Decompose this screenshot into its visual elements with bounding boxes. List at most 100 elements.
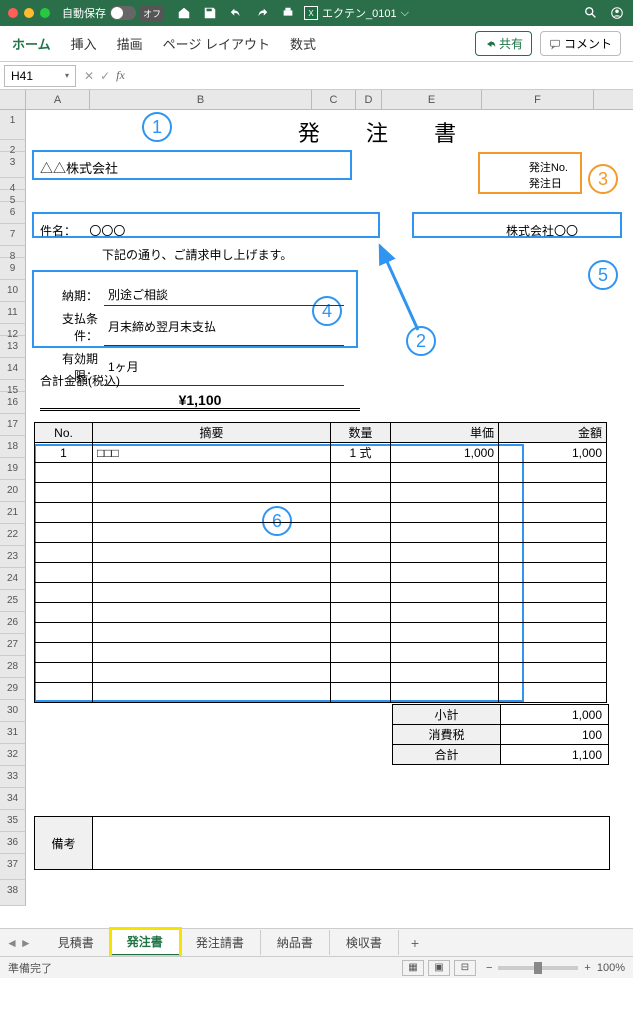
chevron-down-icon[interactable]: ▾ xyxy=(65,71,69,80)
print-icon[interactable] xyxy=(280,5,296,21)
cell-area[interactable]: 発 注 書 1 2 3 4 5 6 △ xyxy=(26,110,633,906)
page-layout-icon[interactable]: ▣ xyxy=(428,960,450,976)
accept-icon[interactable]: ✓ xyxy=(100,69,110,83)
status-text: 準備完了 xyxy=(8,960,52,976)
row-header[interactable]: 12 xyxy=(0,324,26,336)
order-info: 発注No. 発注日 xyxy=(529,160,568,192)
row-header[interactable]: 15 xyxy=(0,380,26,392)
formula-input[interactable] xyxy=(131,65,633,87)
row-header[interactable]: 38 xyxy=(0,880,26,906)
col-header[interactable]: F xyxy=(482,90,594,109)
minimize-icon[interactable] xyxy=(24,8,34,18)
home-icon[interactable] xyxy=(176,5,192,21)
row-header[interactable]: 35 xyxy=(0,810,26,832)
row-header[interactable]: 16 xyxy=(0,392,26,414)
col-header[interactable]: E xyxy=(382,90,482,109)
row-header[interactable]: 33 xyxy=(0,766,26,788)
row-header[interactable]: 32 xyxy=(0,744,26,766)
row-header[interactable]: 34 xyxy=(0,788,26,810)
redo-icon[interactable] xyxy=(254,5,270,21)
normal-view-icon[interactable]: ▦ xyxy=(402,960,424,976)
tab-draw[interactable]: 描画 xyxy=(117,34,143,53)
row-header[interactable]: 4 xyxy=(0,178,26,190)
col-header[interactable]: B xyxy=(90,90,312,109)
row-header[interactable]: 30 xyxy=(0,700,26,722)
select-all-corner[interactable] xyxy=(0,90,26,109)
tab-insert[interactable]: 挿入 xyxy=(71,34,97,53)
undo-icon[interactable] xyxy=(228,5,244,21)
file-title[interactable]: X エクテン_0101 ⌵ xyxy=(304,5,409,21)
row-header[interactable]: 21 xyxy=(0,502,26,524)
total-label: 合計金額(税込) xyxy=(40,372,120,389)
row-header[interactable]: 3 xyxy=(0,152,26,178)
row-header[interactable]: 14 xyxy=(0,358,26,380)
row-header[interactable]: 9 xyxy=(0,258,26,280)
comment-button[interactable]: コメント xyxy=(540,31,621,56)
row-header[interactable]: 24 xyxy=(0,568,26,590)
sheet-nav[interactable]: ◄ ► xyxy=(6,936,32,950)
zoom-level[interactable]: 100% xyxy=(597,962,625,974)
search-icon[interactable] xyxy=(583,5,599,21)
share-button[interactable]: 共有 xyxy=(475,31,532,56)
page-break-icon[interactable]: ⊟ xyxy=(454,960,476,976)
row-header[interactable]: 23 xyxy=(0,546,26,568)
row-header[interactable]: 26 xyxy=(0,612,26,634)
ribbon: ホーム 挿入 描画 ページ レイアウト 数式 共有 コメント xyxy=(0,26,633,62)
spreadsheet-grid[interactable]: A B C D E F 1 2 3 4 5 6 7 8 9 10 11 12 1… xyxy=(0,90,633,978)
zoom-in-icon[interactable]: + xyxy=(584,962,590,974)
row-header[interactable]: 10 xyxy=(0,280,26,302)
cancel-icon[interactable]: ✕ xyxy=(84,69,94,83)
save-icon[interactable] xyxy=(202,5,218,21)
row-header[interactable]: 8 xyxy=(0,246,26,258)
row-header[interactable]: 7 xyxy=(0,224,26,246)
row-header[interactable]: 2 xyxy=(0,140,26,152)
row-header[interactable]: 11 xyxy=(0,302,26,324)
row-header[interactable]: 25 xyxy=(0,590,26,612)
fx-icon[interactable]: fx xyxy=(116,68,125,83)
name-box[interactable]: H41 ▾ xyxy=(4,65,76,87)
user-icon[interactable] xyxy=(609,5,625,21)
sheet-tab[interactable]: 納品書 xyxy=(261,930,330,955)
sheet-tab[interactable]: 見積書 xyxy=(42,930,111,955)
zoom-out-icon[interactable]: − xyxy=(486,962,492,974)
titlebar-right xyxy=(583,5,625,21)
row-header[interactable]: 29 xyxy=(0,678,26,700)
annotation-marker: 1 xyxy=(142,112,172,142)
row-header[interactable]: 13 xyxy=(0,336,26,358)
prev-sheet-icon[interactable]: ◄ xyxy=(6,936,18,950)
autosave-toggle[interactable]: 自動保存 オフ xyxy=(62,5,164,21)
row-header[interactable]: 18 xyxy=(0,436,26,458)
row-header[interactable]: 28 xyxy=(0,656,26,678)
formula-controls: ✕ ✓ fx xyxy=(84,68,125,83)
autosave-state: オフ xyxy=(140,6,164,21)
next-sheet-icon[interactable]: ► xyxy=(20,936,32,950)
sheet-tab[interactable]: 発注書 xyxy=(111,929,180,956)
toggle-icon[interactable] xyxy=(110,6,136,20)
sheet-tab[interactable]: 発注請書 xyxy=(180,930,261,955)
zoom-control: − + 100% xyxy=(486,962,625,974)
chevron-down-icon[interactable]: ⌵ xyxy=(401,7,409,20)
maximize-icon[interactable] xyxy=(40,8,50,18)
row-header[interactable]: 22 xyxy=(0,524,26,546)
row-header[interactable]: 5 xyxy=(0,190,26,202)
tab-home[interactable]: ホーム xyxy=(12,34,51,53)
row-header[interactable]: 17 xyxy=(0,414,26,436)
col-header[interactable]: A xyxy=(26,90,90,109)
row-header[interactable]: 27 xyxy=(0,634,26,656)
row-header[interactable]: 31 xyxy=(0,722,26,744)
row-header[interactable]: 1 xyxy=(0,110,26,140)
row-header[interactable]: 20 xyxy=(0,480,26,502)
row-header[interactable]: 19 xyxy=(0,458,26,480)
zoom-slider[interactable] xyxy=(498,966,578,970)
add-sheet-button[interactable]: + xyxy=(399,931,431,955)
col-header[interactable]: D xyxy=(356,90,382,109)
row-header[interactable]: 6 xyxy=(0,202,26,224)
row-header[interactable]: 36 xyxy=(0,832,26,854)
tab-page-layout[interactable]: ページ レイアウト xyxy=(163,34,270,53)
tab-formulas[interactable]: 数式 xyxy=(290,34,316,53)
col-header[interactable]: C xyxy=(312,90,356,109)
sheet-tab[interactable]: 検収書 xyxy=(330,930,399,955)
doc-title: 発 注 書 xyxy=(152,116,622,148)
close-icon[interactable] xyxy=(8,8,18,18)
row-header[interactable]: 37 xyxy=(0,854,26,880)
